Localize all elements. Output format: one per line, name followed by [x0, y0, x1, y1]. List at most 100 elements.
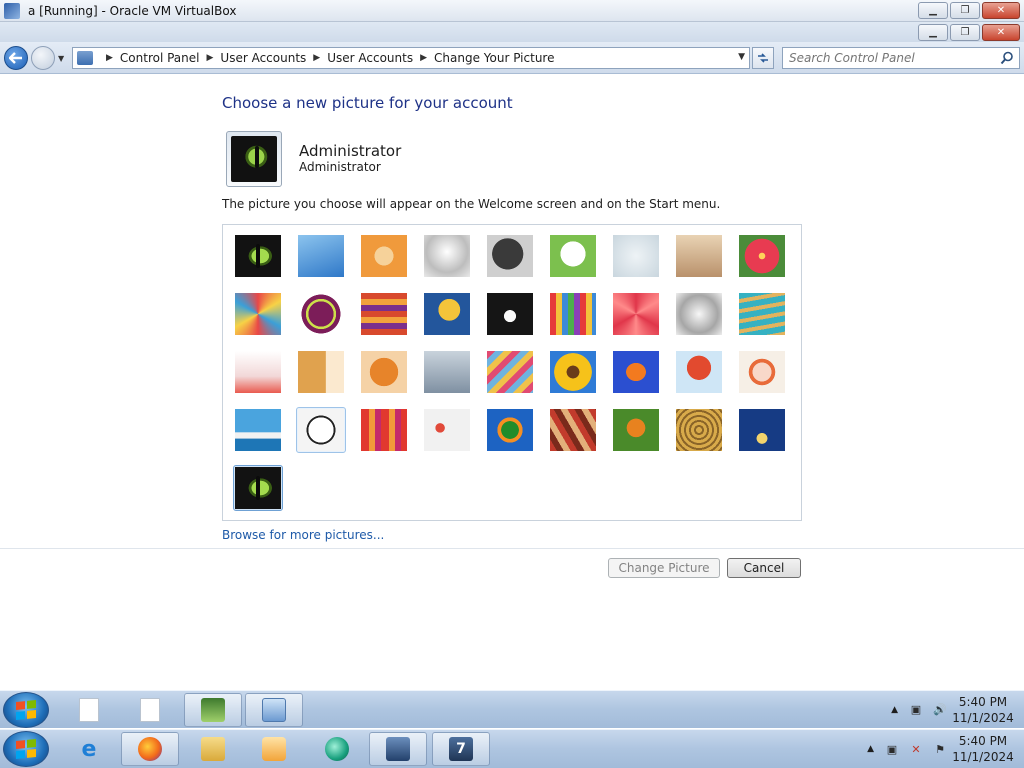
volume-icon[interactable]: 🔊: [932, 702, 948, 718]
document-icon: [79, 698, 99, 722]
host-start-button[interactable]: [3, 731, 49, 767]
address-dropdown-icon[interactable]: ▼: [738, 52, 745, 62]
close-button[interactable]: ✕: [982, 2, 1020, 19]
picture-option-lucky-cat[interactable]: [548, 233, 598, 279]
taskbar-document-2[interactable]: [121, 693, 179, 727]
origami-crane-thumbnail: [235, 351, 281, 393]
guest-close-button[interactable]: ✕: [982, 24, 1020, 41]
cat-eye-custom-thumbnail: [235, 467, 281, 509]
cancel-button[interactable]: Cancel: [727, 558, 801, 578]
picture-option-textile[interactable]: [548, 407, 598, 453]
picture-option-cat-eye[interactable]: [233, 233, 283, 279]
taskbar-control-panel[interactable]: [245, 693, 303, 727]
taskbar-virtualbox[interactable]: [369, 732, 427, 766]
record-player-thumbnail: [487, 235, 533, 277]
taskbar-internet-explorer[interactable]: e: [60, 732, 118, 766]
striped-cloth-thumbnail: [361, 409, 407, 451]
guest-restore-button[interactable]: ❐: [950, 24, 980, 41]
picture-option-stairs[interactable]: [737, 291, 787, 337]
action-center-flag-icon[interactable]: ⚑: [932, 741, 948, 757]
picture-option-ball[interactable]: [296, 291, 346, 337]
picture-option-butterfly[interactable]: [611, 407, 661, 453]
picture-option-fabric[interactable]: [359, 291, 409, 337]
picture-option-kitten[interactable]: [674, 233, 724, 279]
document-icon: [140, 698, 160, 722]
guest-clock[interactable]: 5:40 PM 11/1/2024: [952, 694, 1014, 726]
picture-option-robot[interactable]: [422, 233, 472, 279]
picture-option-fish[interactable]: [611, 349, 661, 395]
ornament-thumbnail: [739, 351, 785, 393]
robot-thumbnail: [424, 235, 470, 277]
show-hidden-icons-icon[interactable]: ▲: [891, 705, 898, 715]
guest-taskbar: ▲ ▣ 🔊 5:40 PM 11/1/2024: [0, 690, 1024, 728]
taskbar-file-explorer[interactable]: [184, 732, 242, 766]
pomeranian-thumbnail: [361, 351, 407, 393]
picture-option-window[interactable]: [485, 407, 535, 453]
picture-option-origami-crane[interactable]: [233, 349, 283, 395]
browse-more-pictures-link[interactable]: Browse for more pictures...: [222, 528, 384, 542]
picture-option-pinwheel[interactable]: [233, 291, 283, 337]
change-picture-button[interactable]: Change Picture: [608, 558, 720, 578]
picture-option-soccer-ball[interactable]: [296, 407, 346, 453]
picture-option-basket[interactable]: [674, 407, 724, 453]
breadcrumb-change-your-picture[interactable]: Change Your Picture: [434, 51, 554, 65]
picture-option-roller-coaster[interactable]: [296, 233, 346, 279]
search-input[interactable]: [783, 48, 983, 68]
picture-option-record-player[interactable]: [485, 233, 535, 279]
chevron-right-icon[interactable]: ▶: [106, 53, 113, 63]
ball-thumbnail: [298, 293, 344, 335]
guest-minimize-button[interactable]: ▁: [918, 24, 948, 41]
picture-option-lighthouse[interactable]: [737, 407, 787, 453]
window-title: a [Running] - Oracle VM VirtualBox: [28, 3, 237, 18]
picture-option-jacks[interactable]: [674, 291, 724, 337]
breadcrumb-user-accounts[interactable]: User Accounts: [220, 51, 306, 65]
textile-thumbnail: [550, 409, 596, 451]
show-hidden-icons-icon[interactable]: ▲: [867, 744, 874, 754]
picture-option-guitar[interactable]: [296, 349, 346, 395]
chevron-right-icon[interactable]: ▶: [420, 53, 427, 63]
refresh-button[interactable]: [752, 47, 774, 69]
volume-muted-icon[interactable]: ✕: [908, 741, 924, 757]
picture-option-pomeranian[interactable]: [359, 349, 409, 395]
address-bar[interactable]: ▶ Control Panel ▶ User Accounts ▶ User A…: [72, 47, 750, 69]
search-box[interactable]: [782, 47, 1020, 69]
network-icon[interactable]: ▣: [908, 702, 924, 718]
recent-pages-dropdown[interactable]: ▼: [58, 54, 64, 63]
picture-option-flower[interactable]: [737, 233, 787, 279]
forward-button[interactable]: [31, 46, 55, 70]
breadcrumb-control-panel[interactable]: Control Panel: [120, 51, 200, 65]
picture-option-striped-cloth[interactable]: [359, 407, 409, 453]
picture-option-toy-robot[interactable]: [422, 349, 472, 395]
back-button[interactable]: [4, 46, 28, 70]
network-icon[interactable]: ▣: [884, 741, 900, 757]
taskbar-vm-windows7[interactable]: 7: [432, 732, 490, 766]
taskbar-firefox[interactable]: [121, 732, 179, 766]
taskbar-document-1[interactable]: [60, 693, 118, 727]
guest-start-button[interactable]: [3, 692, 49, 728]
picture-option-sailboat[interactable]: [233, 407, 283, 453]
taskbar-app-teal[interactable]: [308, 732, 366, 766]
app-circle-icon: [325, 737, 349, 761]
picture-option-ornament[interactable]: [737, 349, 787, 395]
picture-option-red-star[interactable]: [611, 291, 661, 337]
taskbar-user-accounts[interactable]: [184, 693, 242, 727]
picture-option-scarves[interactable]: [485, 349, 535, 395]
search-icon[interactable]: [1000, 51, 1014, 65]
taskbar-media-player[interactable]: [245, 732, 303, 766]
breadcrumb-user-accounts-sub[interactable]: User Accounts: [327, 51, 413, 65]
chevron-right-icon[interactable]: ▶: [313, 53, 320, 63]
picture-option-dog[interactable]: [485, 291, 535, 337]
picture-option-gyroscope[interactable]: [611, 233, 661, 279]
cat-eye-thumbnail: [235, 235, 281, 277]
picture-option-marbles[interactable]: [422, 407, 472, 453]
host-clock[interactable]: 5:40 PM 11/1/2024: [952, 733, 1014, 765]
restore-button[interactable]: ❐: [950, 2, 980, 19]
chevron-right-icon[interactable]: ▶: [207, 53, 214, 63]
picture-option-cat-eye-custom[interactable]: [233, 465, 283, 511]
picture-option-crayons[interactable]: [548, 291, 598, 337]
picture-option-sunflower[interactable]: [548, 349, 598, 395]
minimize-button[interactable]: ▁: [918, 2, 948, 19]
picture-option-hot-air-balloon[interactable]: [674, 349, 724, 395]
picture-option-leaf[interactable]: [422, 291, 472, 337]
picture-option-starfish[interactable]: [359, 233, 409, 279]
